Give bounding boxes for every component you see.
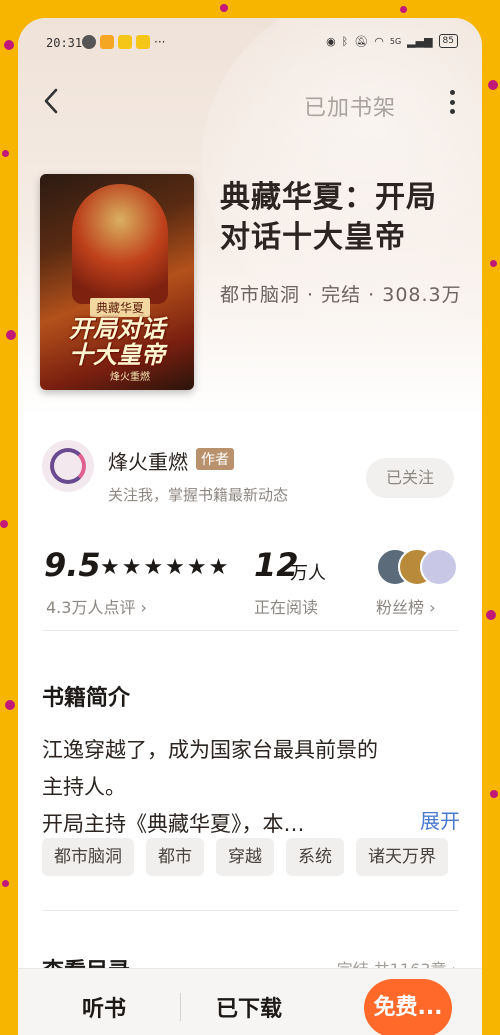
rating-score: 9.5 <box>44 546 101 584</box>
tag-chip[interactable]: 都市 <box>146 838 204 876</box>
cover-title-line1: 开局对话 <box>69 315 165 343</box>
book-title-line2: 对话十大皇帝 <box>220 220 406 255</box>
intro-line: 江逸穿越了，成为国家台最具前景的 <box>42 738 378 762</box>
battery-icon: 85 <box>438 34 458 48</box>
rating-count-link[interactable]: 4.3万人点评 › <box>46 594 147 618</box>
more-dot-icon <box>449 90 455 95</box>
status-time: 20:31 <box>46 36 83 50</box>
book-cover[interactable]: 典藏华夏 开局对话 十大皇帝 烽火重燃 <box>40 174 194 390</box>
bottom-action-bar: 听书 已下载 免费... <box>18 968 482 1035</box>
tag-chip[interactable]: 系统 <box>286 838 344 876</box>
readers-unit: 万人 <box>290 563 326 584</box>
bluetooth-icon: ᛒ <box>341 34 349 48</box>
fan-avatar <box>420 548 458 586</box>
more-dot-icon <box>449 99 455 105</box>
author-description: 关注我，掌握书籍最新动态 <box>108 486 289 504</box>
tag-chip[interactable]: 都市脑洞 <box>42 838 134 876</box>
divider <box>42 910 458 911</box>
book-meta: 都市脑洞 · 完结 · 308.3万 <box>220 284 462 306</box>
book-title-line1: 典藏华夏：开局 <box>220 180 437 215</box>
tag-chip[interactable]: 诸天万界 <box>356 838 448 876</box>
app-icon <box>136 35 150 49</box>
status-bar: 20:31 ··· ◉ ᛒ 🔕︎ ◠ 5G ▂▄▆ 85 <box>18 32 482 56</box>
cover-title: 开局对话 十大皇帝 <box>50 316 184 368</box>
more-options-button[interactable] <box>440 86 464 118</box>
cover-emperor-illustration <box>72 184 168 304</box>
notification-icons: ··· <box>82 35 165 49</box>
free-read-button[interactable]: 免费... <box>364 979 452 1035</box>
author-badge: 作者 <box>196 448 234 470</box>
tag-list: 都市脑洞 都市 穿越 系统 诸天万界 <box>42 838 448 876</box>
author-avatar[interactable] <box>42 440 94 492</box>
chevron-left-icon <box>44 88 58 114</box>
wifi-icon: ◠ <box>374 34 384 48</box>
more-notifications-icon: ··· <box>154 35 166 49</box>
cover-author: 烽火重燃 <box>110 372 150 383</box>
divider <box>180 993 181 1021</box>
fans-ranking-link[interactable]: 粉丝榜 › <box>376 594 436 618</box>
avatar-ring <box>50 448 86 484</box>
fans-avatars[interactable] <box>376 548 458 586</box>
back-button[interactable] <box>40 86 70 116</box>
expand-button[interactable]: 展开 <box>420 805 460 834</box>
mute-icon: 🔕︎ <box>354 34 369 48</box>
intro-heading: 书籍简介 <box>42 686 131 711</box>
system-icons: ◉ ᛒ 🔕︎ ◠ 5G ▂▄▆ 85 <box>326 34 458 48</box>
signal-icon: ▂▄▆ <box>407 34 433 48</box>
cover-title-line2: 十大皇帝 <box>69 341 165 369</box>
intro-line: 主持人。 <box>42 775 126 799</box>
downloaded-button[interactable]: 已下载 <box>216 991 282 1023</box>
network-label: 5G <box>389 36 402 46</box>
tag-chip[interactable]: 穿越 <box>216 838 274 876</box>
notification-icon <box>82 35 96 49</box>
eye-icon: ◉ <box>326 34 336 48</box>
author-name[interactable]: 烽火重燃 <box>108 446 188 475</box>
more-dot-icon <box>449 109 455 114</box>
listen-button[interactable]: 听书 <box>82 991 126 1023</box>
app-screen: 20:31 ··· ◉ ᛒ 🔕︎ ◠ 5G ▂▄▆ 85 已加书架 典藏华夏 开… <box>18 18 482 1035</box>
app-icon <box>100 35 114 49</box>
divider <box>42 630 458 631</box>
intro-text[interactable]: 江逸穿越了，成为国家台最具前景的 主持人。 开局主持《典藏华夏》，本… <box>42 732 462 843</box>
book-title: 典藏华夏：开局 对话十大皇帝 <box>220 178 460 258</box>
rating-stars: ★★★★★★ <box>100 555 231 580</box>
added-to-shelf-button[interactable]: 已加书架 <box>304 90 396 122</box>
app-icon <box>118 35 132 49</box>
follow-button[interactable]: 已关注 <box>366 458 454 498</box>
top-nav: 已加书架 <box>18 78 482 126</box>
readers-label: 正在阅读 <box>254 598 319 617</box>
